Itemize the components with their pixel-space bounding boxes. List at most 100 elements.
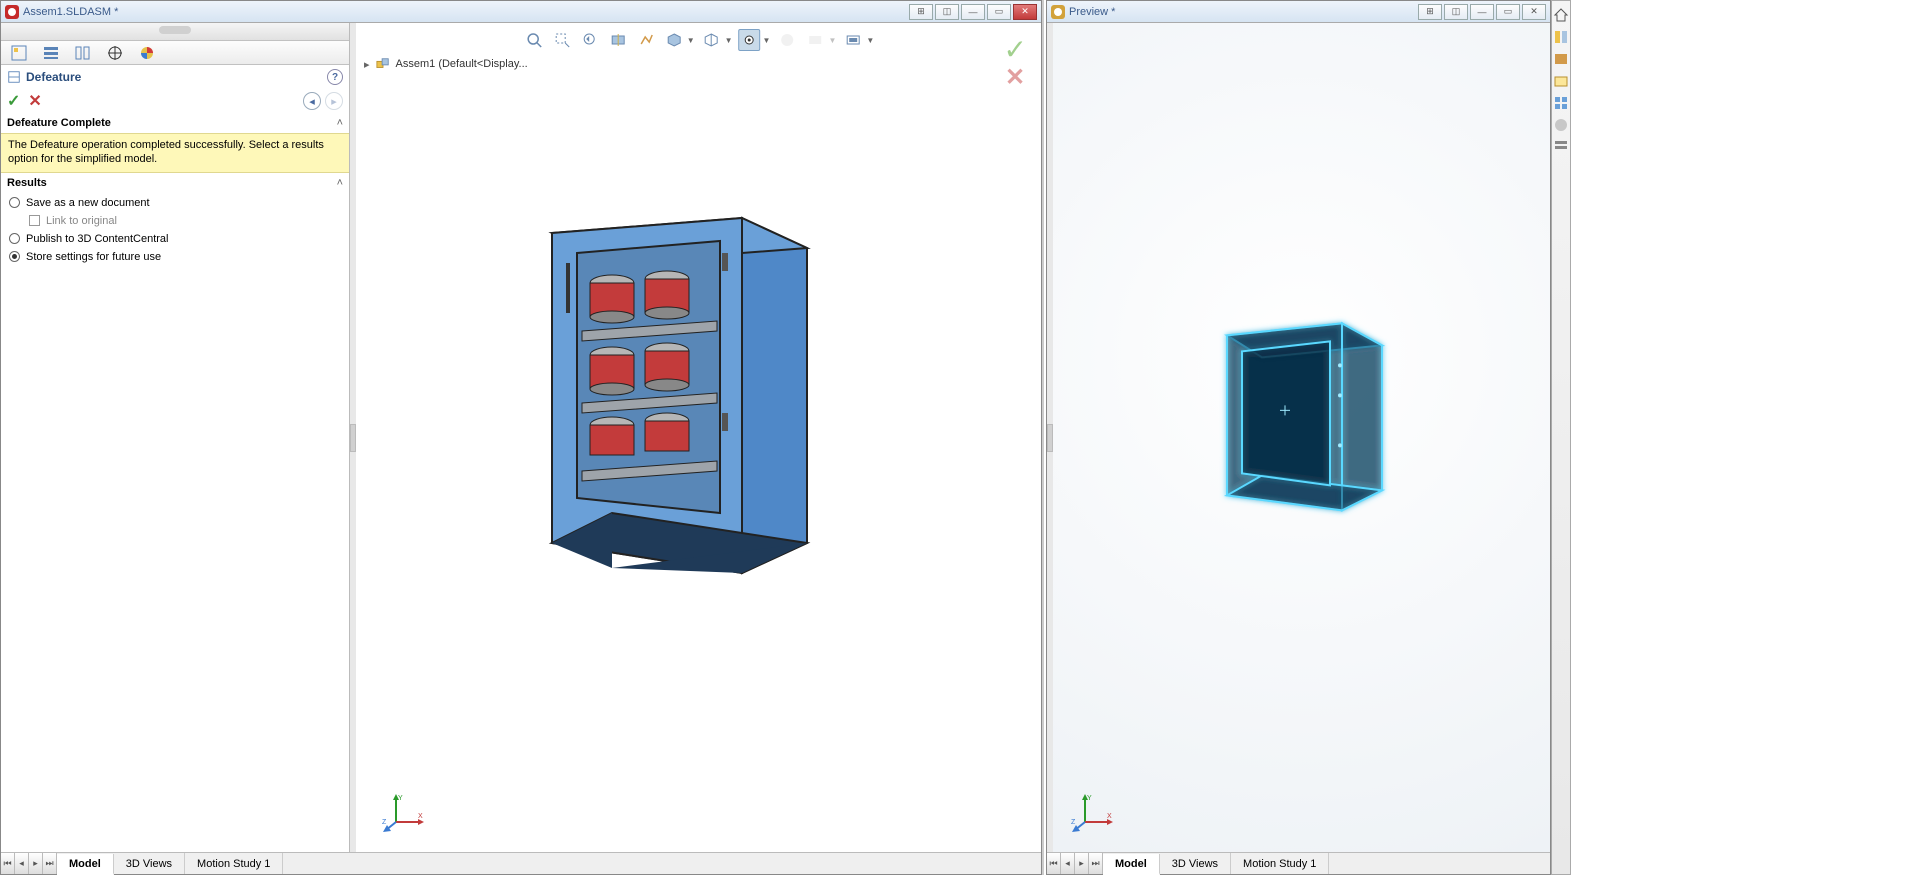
tab-motion-study[interactable]: Motion Study 1 bbox=[1231, 853, 1329, 874]
panel-title-row: Defeature ? bbox=[1, 65, 349, 89]
feature-manager-tab[interactable] bbox=[7, 43, 31, 63]
defeature-icon bbox=[7, 70, 21, 84]
confirmation-corner-x-icon[interactable]: ✕ bbox=[1005, 63, 1029, 87]
solidworks-icon bbox=[5, 5, 19, 19]
view-settings-button[interactable] bbox=[842, 29, 864, 51]
tab-3d-views[interactable]: 3D Views bbox=[114, 853, 185, 874]
apply-scene-button[interactable] bbox=[804, 29, 826, 51]
dropdown-caret-icon[interactable]: ▼ bbox=[687, 36, 695, 45]
svg-text:Z: Z bbox=[382, 819, 387, 826]
results-title: Results bbox=[7, 177, 47, 189]
option-store-settings[interactable]: Store settings for future use bbox=[9, 251, 341, 263]
complete-message: The Defeature operation completed succes… bbox=[1, 133, 349, 173]
option-label: Publish to 3D ContentCentral bbox=[26, 233, 168, 245]
tab-scroll-first[interactable]: ⏮ bbox=[1047, 853, 1061, 874]
bottom-tabs-right: ⏮ ◂ ▸ ⏭ Model 3D Views Motion Study 1 bbox=[1047, 852, 1550, 874]
dropdown-caret-icon: ▼ bbox=[828, 36, 836, 45]
maximize-button[interactable]: ▭ bbox=[1496, 4, 1520, 20]
previous-view-button[interactable] bbox=[579, 29, 601, 51]
tab-scroll-prev[interactable]: ◂ bbox=[1061, 853, 1075, 874]
tab-scroll-last[interactable]: ⏭ bbox=[1089, 853, 1103, 874]
tab-motion-study[interactable]: Motion Study 1 bbox=[185, 853, 283, 874]
view-palette-icon[interactable] bbox=[1553, 95, 1569, 111]
design-library-icon[interactable] bbox=[1553, 51, 1569, 67]
dropdown-caret-icon[interactable]: ▼ bbox=[725, 36, 733, 45]
breadcrumb-text: Assem1 (Default<Display... bbox=[396, 58, 528, 70]
option-link-to-original[interactable]: Link to original bbox=[9, 215, 341, 227]
tab-scroll-next[interactable]: ▸ bbox=[1075, 853, 1089, 874]
chevron-up-icon: ˄ bbox=[337, 117, 343, 129]
next-step-button[interactable]: ▸ bbox=[325, 92, 343, 110]
section-title: Defeature Complete bbox=[7, 117, 111, 129]
property-manager-tab[interactable] bbox=[39, 43, 63, 63]
option-label: Save as a new document bbox=[26, 197, 150, 209]
minimize-button[interactable]: — bbox=[961, 4, 985, 20]
resources-icon[interactable] bbox=[1553, 29, 1569, 45]
triad-axes[interactable]: Y X Z bbox=[1071, 792, 1113, 834]
svg-text:Y: Y bbox=[398, 795, 403, 802]
radio-icon bbox=[9, 251, 20, 262]
home-icon[interactable] bbox=[1553, 7, 1569, 23]
manager-tabs bbox=[1, 41, 349, 65]
zoom-to-area-button[interactable] bbox=[551, 29, 573, 51]
tab-scroll-prev[interactable]: ◂ bbox=[15, 853, 29, 874]
viewport-dual-button[interactable]: ◫ bbox=[1444, 4, 1468, 20]
tab-scroll-first[interactable]: ⏮ bbox=[1, 853, 15, 874]
svg-text:X: X bbox=[418, 813, 423, 820]
dropdown-caret-icon[interactable]: ▼ bbox=[763, 36, 771, 45]
tab-3d-views[interactable]: 3D Views bbox=[1160, 853, 1231, 874]
tab-model[interactable]: Model bbox=[57, 854, 114, 875]
viewport-split-button[interactable]: ⊞ bbox=[1418, 4, 1442, 20]
assembly-window: Assem1.SLDASM * ⊞ ◫ — ▭ ✕ Defeature ? bbox=[0, 0, 1042, 875]
svg-text:X: X bbox=[1107, 813, 1112, 820]
radio-icon bbox=[9, 233, 20, 244]
model-cabinet[interactable] bbox=[542, 203, 822, 583]
section-defeature-complete[interactable]: Defeature Complete ˄ bbox=[1, 113, 349, 133]
cancel-button[interactable]: ✕ bbox=[28, 91, 41, 111]
option-publish-contentcentral[interactable]: Publish to 3D ContentCentral bbox=[9, 233, 341, 245]
viewport-dual-button[interactable]: ◫ bbox=[935, 4, 959, 20]
view-orientation-button[interactable] bbox=[663, 29, 685, 51]
option-label: Link to original bbox=[46, 215, 117, 227]
file-explorer-icon[interactable] bbox=[1553, 73, 1569, 89]
display-manager-tab[interactable] bbox=[135, 43, 159, 63]
titlebar-left: Assem1.SLDASM * ⊞ ◫ — ▭ ✕ bbox=[1, 1, 1041, 23]
close-button[interactable]: ✕ bbox=[1013, 4, 1037, 20]
ok-button[interactable]: ✓ bbox=[7, 91, 20, 111]
checkbox-icon bbox=[29, 215, 40, 226]
preview-model[interactable] bbox=[1212, 315, 1392, 538]
confirmation-corner-check-icon[interactable]: ✓ bbox=[1004, 33, 1027, 66]
preview-viewport[interactable]: Y X Z bbox=[1053, 23, 1550, 852]
previous-step-button[interactable]: ◂ bbox=[303, 92, 321, 110]
triad-axes[interactable]: Y X Z bbox=[382, 792, 424, 834]
window-splitter[interactable] bbox=[1042, 0, 1044, 875]
main-viewport[interactable]: ▼ ▼ ▼ ▼ ▼ ▸ Assem1 (Default<Display... ✓… bbox=[356, 23, 1041, 852]
edit-appearance-button[interactable] bbox=[776, 29, 798, 51]
option-save-new-document[interactable]: Save as a new document bbox=[9, 197, 341, 209]
feature-breadcrumb[interactable]: ▸ Assem1 (Default<Display... bbox=[364, 57, 528, 71]
appearances-icon[interactable] bbox=[1553, 117, 1569, 133]
custom-properties-icon[interactable] bbox=[1553, 139, 1569, 155]
preview-icon bbox=[1051, 5, 1065, 19]
minimize-button[interactable]: — bbox=[1470, 4, 1494, 20]
chevron-up-icon: ˄ bbox=[337, 177, 343, 189]
tab-model[interactable]: Model bbox=[1103, 854, 1160, 875]
section-results[interactable]: Results ˄ bbox=[1, 173, 349, 193]
viewport-split-button[interactable]: ⊞ bbox=[909, 4, 933, 20]
help-button[interactable]: ? bbox=[327, 69, 343, 85]
tab-scroll-last[interactable]: ⏭ bbox=[43, 853, 57, 874]
hide-show-items-button[interactable] bbox=[739, 29, 761, 51]
section-view-button[interactable] bbox=[607, 29, 629, 51]
dimxpert-manager-tab[interactable] bbox=[103, 43, 127, 63]
zoom-to-fit-button[interactable] bbox=[523, 29, 545, 51]
expand-arrow-icon[interactable]: ▸ bbox=[364, 58, 370, 71]
dropdown-caret-icon[interactable]: ▼ bbox=[866, 36, 874, 45]
display-style-button[interactable] bbox=[701, 29, 723, 51]
close-button[interactable]: ✕ bbox=[1522, 4, 1546, 20]
window-title: Assem1.SLDASM * bbox=[23, 6, 909, 18]
tab-scroll-next[interactable]: ▸ bbox=[29, 853, 43, 874]
configuration-manager-tab[interactable] bbox=[71, 43, 95, 63]
task-pane-strip bbox=[1551, 0, 1571, 875]
dynamic-annotation-button[interactable] bbox=[635, 29, 657, 51]
maximize-button[interactable]: ▭ bbox=[987, 4, 1011, 20]
